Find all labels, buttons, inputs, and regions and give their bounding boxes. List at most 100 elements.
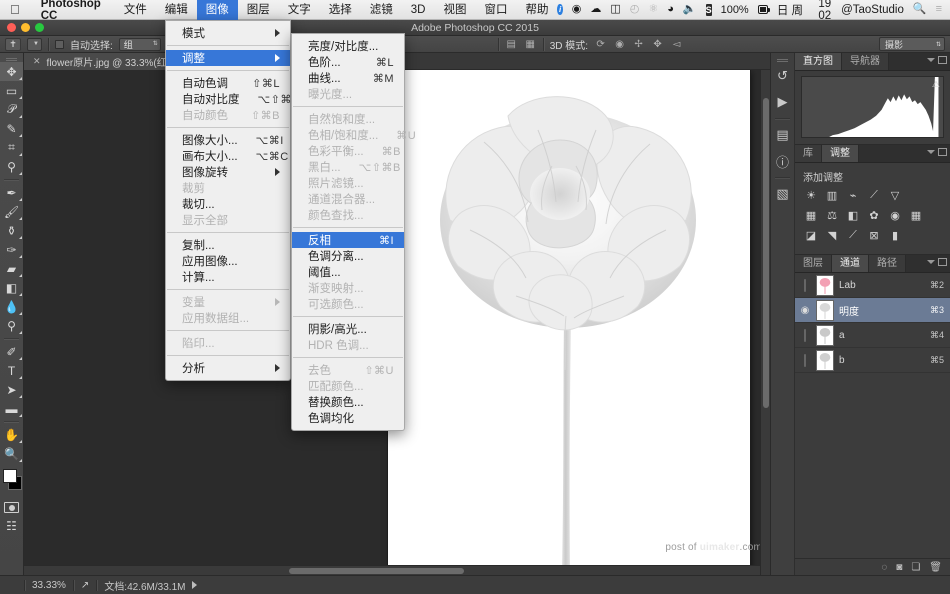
properties-icon[interactable]: ▤ xyxy=(771,122,794,148)
close-icon[interactable]: ✕ xyxy=(33,56,41,67)
channel-mixer-icon[interactable]: ◉ xyxy=(887,208,903,223)
eye-hidden-icon[interactable] xyxy=(799,278,811,292)
path-selection-tool-icon[interactable]: ➤ xyxy=(0,380,23,399)
menu-item[interactable]: 阴影/高光... xyxy=(292,321,404,337)
menu-item[interactable]: 亮度/对比度... xyxy=(292,38,404,54)
gradient-map-icon[interactable]: ⊠ xyxy=(866,228,882,243)
blur-tool-icon[interactable]: 💧 xyxy=(0,297,23,316)
apple-icon[interactable]:  xyxy=(0,3,31,16)
timemachine-icon[interactable]: ◴ xyxy=(630,4,640,15)
history-icon[interactable]: ↺ xyxy=(771,63,794,89)
menu-item[interactable]: 应用图像... xyxy=(166,253,290,269)
align-icon[interactable]: ▤ xyxy=(505,38,518,51)
menu-help[interactable]: 帮助 xyxy=(516,0,557,20)
play-triangle-icon[interactable] xyxy=(192,581,198,589)
rotate-3d-icon[interactable]: ⟳ xyxy=(594,38,607,51)
volume-icon[interactable]: 🔈 xyxy=(683,4,697,15)
menu-3d[interactable]: 3D xyxy=(402,0,435,20)
vibrance-icon[interactable]: ▽ xyxy=(887,188,903,203)
menu-layer[interactable]: 图层 xyxy=(238,0,279,20)
tab-navigator[interactable]: 导航器 xyxy=(842,53,889,70)
hand-tool-icon[interactable]: ✋ xyxy=(0,425,23,444)
menu-item[interactable]: 阈值... xyxy=(292,264,404,280)
type-tool-icon[interactable]: T xyxy=(0,361,23,380)
new-channel-icon[interactable]: ❏ xyxy=(911,562,920,573)
menu-file[interactable]: 文件 xyxy=(115,0,156,20)
workspace-dropdown[interactable]: 摄影 ⇅ xyxy=(879,37,945,51)
menu-item[interactable]: 曲线... ⌘M xyxy=(292,70,404,86)
menu-type[interactable]: 文字 xyxy=(279,0,320,20)
quick-selection-tool-icon[interactable]: ✎ xyxy=(0,119,23,138)
info-icon[interactable]: ⓘ xyxy=(771,148,794,174)
panel-menu-button[interactable] xyxy=(927,56,947,64)
channel-row[interactable]: Lab ⌘2 xyxy=(795,273,950,298)
auto-select-checkbox[interactable] xyxy=(54,39,64,49)
foreground-color-swatch[interactable] xyxy=(3,469,17,483)
eraser-tool-icon[interactable]: ▰ xyxy=(0,259,23,278)
menu-window[interactable]: 窗口 xyxy=(475,0,516,20)
vertical-scrollbar[interactable] xyxy=(760,70,770,575)
slide-3d-icon[interactable]: ✥ xyxy=(651,38,664,51)
move-tool-icon[interactable]: ✥ xyxy=(0,62,23,81)
color-lookup-icon[interactable]: ▦ xyxy=(908,208,924,223)
menu-item[interactable]: 调整 xyxy=(166,50,290,66)
zoom-level-label[interactable]: 33.33% xyxy=(25,580,73,591)
menu-item[interactable]: 色调均化 xyxy=(292,410,404,426)
battery-icon[interactable] xyxy=(757,5,770,14)
keyboard-icon[interactable]: ◫ xyxy=(610,4,620,15)
app-name-label[interactable]: Photoshop CC xyxy=(31,0,115,22)
roll-3d-icon[interactable]: ◉ xyxy=(613,38,626,51)
menu-image[interactable]: 图像 xyxy=(196,0,238,20)
horizontal-scrollbar[interactable] xyxy=(24,565,760,575)
brightness-contrast-icon[interactable]: ☀ xyxy=(803,188,819,203)
eye-visible-icon[interactable]: ◉ xyxy=(799,305,811,316)
tab-layers[interactable]: 图层 xyxy=(795,255,832,272)
menu-item[interactable]: 模式 xyxy=(166,25,290,41)
menu-item[interactable]: 色阶... ⌘L xyxy=(292,54,404,70)
color-balance-icon[interactable]: ⚖ xyxy=(824,208,840,223)
tab-channels[interactable]: 通道 xyxy=(832,255,869,272)
threshold-icon[interactable]: ⟋ xyxy=(845,228,861,243)
image-menu-dropdown[interactable]: 模式 调整 自动色调 ⇧⌘L 自动对比度 ⌥⇧⌘L 自动颜色 ⇧⌘B 图像大小... ⌥⌘I 画布大… xyxy=(165,20,298,381)
document-tab[interactable]: ✕ flower原片.jpg @ 33.3%(红/8) xyxy=(24,52,189,70)
move-tool-icon[interactable]: ✝ xyxy=(5,37,21,51)
curves-icon[interactable]: ⌁ xyxy=(845,188,861,203)
channel-row[interactable]: b ⌘5 xyxy=(795,348,950,373)
menu-item[interactable]: 反相 ⌘I xyxy=(292,232,404,248)
menu-select[interactable]: 选择 xyxy=(320,0,361,20)
menu-item[interactable]: 色调分离... xyxy=(292,248,404,264)
auto-select-scope-dropdown[interactable]: 组 ⇅ xyxy=(118,37,161,51)
tool-preset-dropdown[interactable]: ▼ xyxy=(27,37,42,51)
bluetooth-icon[interactable]: ⚛ xyxy=(648,4,658,15)
adjustments-submenu-dropdown[interactable]: 亮度/对比度... 色阶... ⌘L 曲线... ⌘M 曝光度... 自然饱和度... 色相/… xyxy=(291,33,416,431)
tab-histogram[interactable]: 直方图 xyxy=(795,53,842,70)
distribute-icon[interactable]: ▦ xyxy=(524,38,537,51)
levels-icon[interactable]: ▥ xyxy=(824,188,840,203)
delete-channel-icon[interactable]: 🗑 xyxy=(929,562,942,573)
menu-item[interactable]: 图像大小... ⌥⌘I xyxy=(166,132,290,148)
channel-row[interactable]: a ⌘4 xyxy=(795,323,950,348)
screen-mode-icon[interactable]: ☷ xyxy=(0,516,23,535)
load-selection-icon[interactable]: ◌ xyxy=(881,562,887,573)
tab-paths[interactable]: 路径 xyxy=(869,255,906,272)
eye-hidden-icon[interactable] xyxy=(799,328,811,342)
actions-play-icon[interactable]: ▶ xyxy=(771,89,794,115)
user-label[interactable]: @TaoStudio xyxy=(841,4,904,16)
crop-tool-icon[interactable]: ⌗ xyxy=(0,138,23,157)
search-icon[interactable]: 🔍 xyxy=(913,4,927,15)
lasso-tool-icon[interactable]: 𝒫 xyxy=(0,100,23,119)
tool-presets-icon[interactable]: ▧ xyxy=(771,181,794,207)
snagit-icon[interactable]: S xyxy=(705,3,712,16)
eye-hidden-icon[interactable] xyxy=(799,353,811,367)
menu-item[interactable]: 自动对比度 ⌥⇧⌘L xyxy=(166,91,298,107)
document-canvas[interactable] xyxy=(388,70,750,575)
save-selection-icon[interactable]: ◙ xyxy=(896,562,902,573)
dropbox-icon[interactable]: ◉ xyxy=(572,4,582,15)
pen-tool-icon[interactable]: ✐ xyxy=(0,342,23,361)
panel-menu-button[interactable] xyxy=(927,258,947,266)
menu-item[interactable]: 复制... xyxy=(166,237,290,253)
invert-icon[interactable]: ◪ xyxy=(803,228,819,243)
menu-filter[interactable]: 滤镜 xyxy=(361,0,402,20)
wifi-icon[interactable]: ◕ xyxy=(667,4,674,15)
menu-item[interactable]: 图像旋转 xyxy=(166,164,290,180)
